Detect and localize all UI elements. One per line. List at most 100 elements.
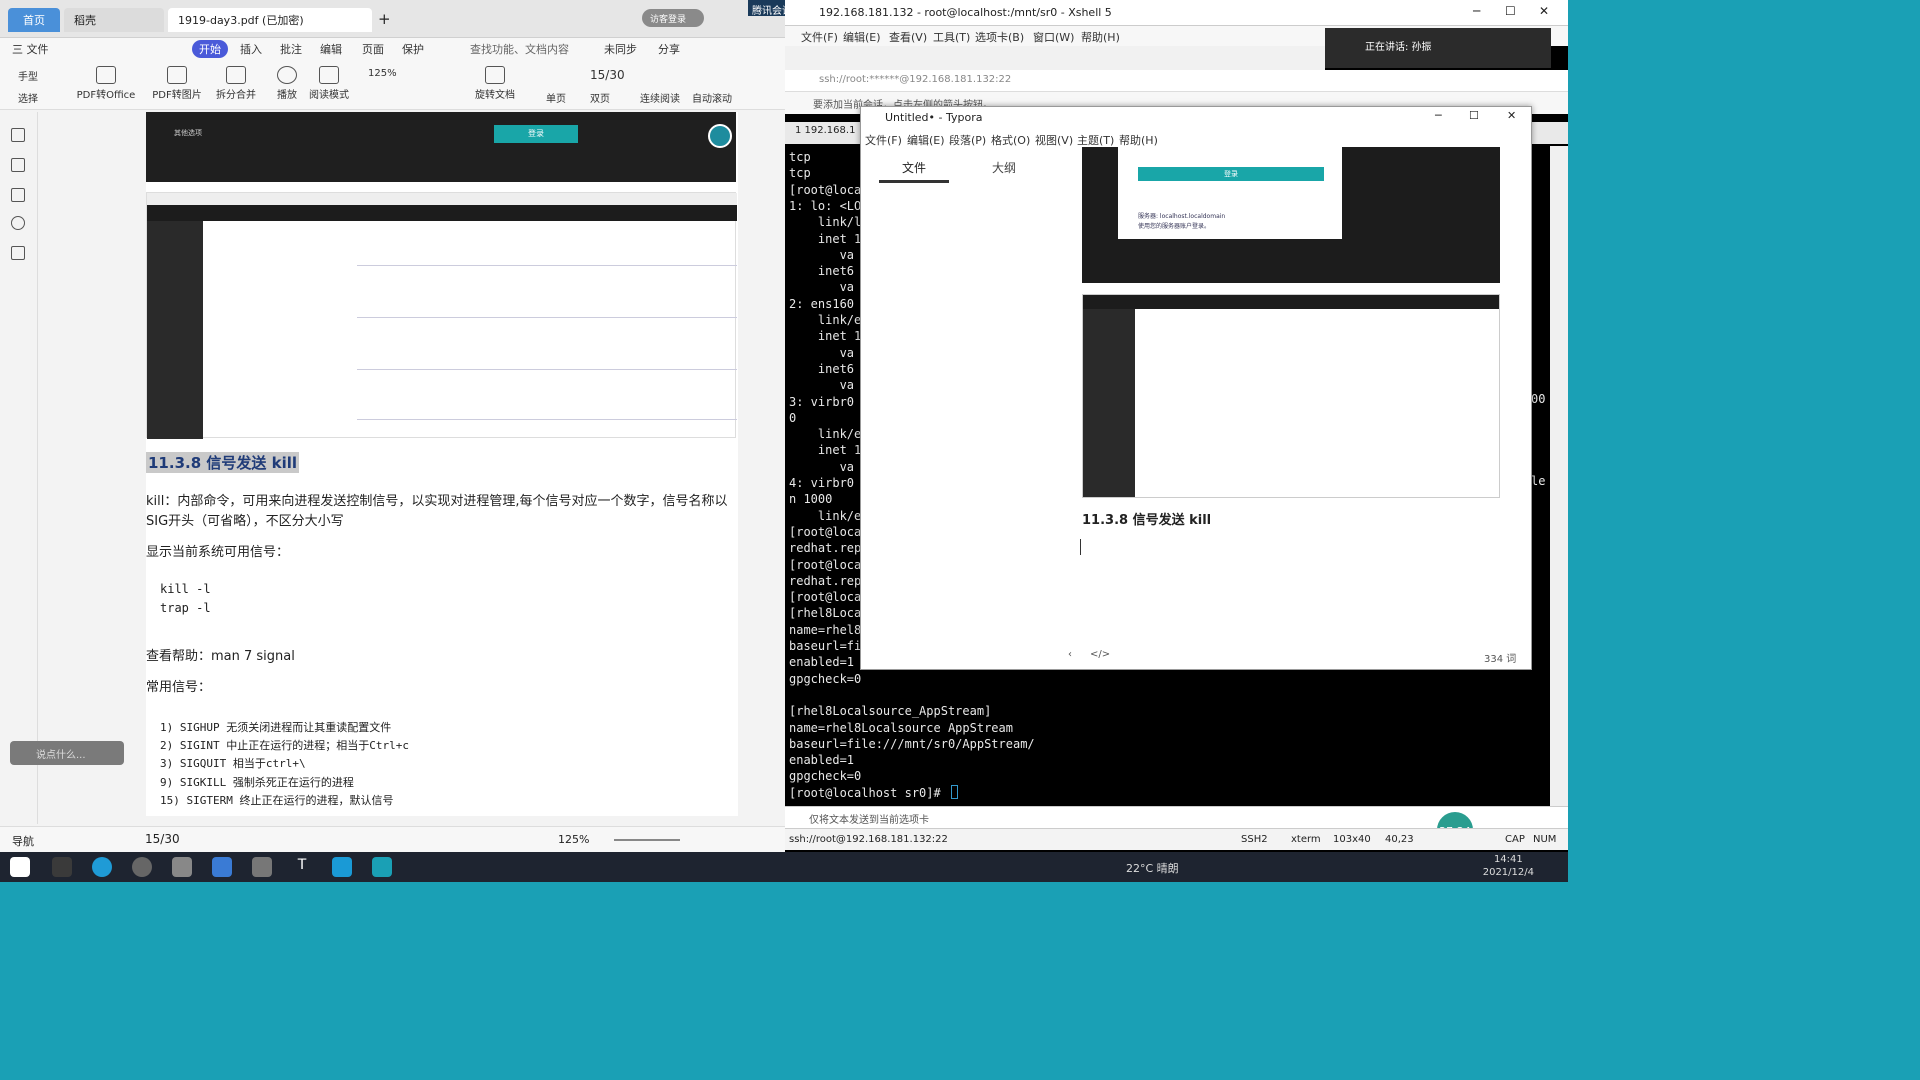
- dashboard-screenshot-image: [146, 192, 737, 439]
- terminal-scrollbar[interactable]: [1550, 146, 1568, 806]
- typora-minimize-button[interactable]: ─: [1435, 109, 1442, 122]
- send-text-input[interactable]: 仅将文本发送到当前选项卡: [809, 811, 929, 826]
- terminal-line: link/e: [789, 313, 862, 327]
- xshell-menu-tools[interactable]: 工具(T): [933, 29, 970, 45]
- sign-icon[interactable]: [11, 246, 25, 260]
- terminal-line: link/e: [789, 427, 862, 442]
- menu-edit[interactable]: 编辑: [320, 41, 342, 57]
- minimize-button[interactable]: ─: [1473, 4, 1480, 18]
- double-page-button[interactable]: 双页: [590, 90, 610, 105]
- app-icon[interactable]: [252, 857, 272, 877]
- status-zoom[interactable]: 125%: [558, 833, 589, 846]
- menu-protect[interactable]: 保护: [402, 41, 424, 57]
- zoom-slider[interactable]: [614, 839, 680, 841]
- terminal-overflow-text: 00: [1531, 392, 1546, 406]
- typora-menu-paragraph[interactable]: 段落(P): [949, 132, 986, 148]
- single-page-button[interactable]: 单页: [546, 90, 566, 105]
- close-button[interactable]: ✕: [1539, 4, 1549, 18]
- pdf-to-office-button[interactable]: PDF转Office: [74, 66, 138, 101]
- terminal-cursor: [951, 784, 958, 799]
- hand-tool[interactable]: 手型: [18, 68, 38, 83]
- page-indicator[interactable]: 15/30: [590, 68, 625, 82]
- clock[interactable]: 14:41 2021/12/4: [1483, 853, 1534, 879]
- comment-icon[interactable]: [11, 188, 25, 202]
- menu-annotate[interactable]: 批注: [280, 41, 302, 57]
- terminal-line: [root@loca: [789, 590, 862, 605]
- vmware-icon[interactable]: [172, 857, 192, 877]
- new-tab-button[interactable]: +: [378, 10, 391, 28]
- share-button[interactable]: 分享: [658, 41, 680, 57]
- split-merge-button[interactable]: 拆分合并: [210, 66, 262, 101]
- tab-docer[interactable]: 稻壳: [64, 8, 164, 32]
- windows-start-icon[interactable]: [10, 857, 30, 877]
- chevron-left-icon[interactable]: ‹: [1068, 649, 1072, 660]
- menu-insert[interactable]: 插入: [240, 41, 262, 57]
- xshell-menu-help[interactable]: 帮助(H): [1081, 29, 1120, 45]
- attachment-icon[interactable]: [11, 216, 25, 230]
- status-num: NUM: [1533, 834, 1557, 845]
- xshell-menu-file[interactable]: 文件(F): [801, 29, 838, 45]
- read-mode-button[interactable]: 阅读模式: [308, 66, 350, 101]
- app-icon[interactable]: [212, 857, 232, 877]
- thumbnail-icon[interactable]: [11, 158, 25, 172]
- terminal-overflow-text: le: [1531, 474, 1546, 488]
- xshell-menu-edit[interactable]: 编辑(E): [843, 29, 881, 45]
- menu-start[interactable]: 开始: [192, 40, 228, 58]
- continuous-read-button[interactable]: 连续阅读: [640, 90, 680, 105]
- terminal-line: name=rhel8: [789, 622, 862, 637]
- terminal-line: link/e: [789, 508, 862, 523]
- menu-file[interactable]: 三 文件: [12, 41, 49, 57]
- typora-tab-outline[interactable]: 大纲: [969, 159, 1039, 176]
- status-page[interactable]: 15/30: [145, 832, 180, 846]
- play-button[interactable]: 播放: [270, 66, 304, 101]
- select-tool[interactable]: 选择: [18, 90, 38, 105]
- rotate-button[interactable]: 旋转文档: [474, 66, 516, 101]
- typora-menu-format[interactable]: 格式(O): [991, 132, 1030, 148]
- maximize-button[interactable]: ☐: [1505, 4, 1516, 18]
- tab-pdf-file[interactable]: 1919-day3.pdf (已加密): [168, 8, 372, 32]
- typora-maximize-button[interactable]: ☐: [1469, 109, 1479, 122]
- nav-toggle[interactable]: 导航: [12, 833, 34, 849]
- session-tab[interactable]: 1 192.168.1: [795, 125, 855, 136]
- typora-login-image: 登录 服务器: localhost.localdomain 使用您的服务器账户登…: [1082, 147, 1500, 283]
- guest-login-badge[interactable]: 访客登录: [642, 9, 704, 27]
- xshell-icon[interactable]: [372, 857, 392, 877]
- typora-icon[interactable]: T: [292, 857, 312, 877]
- image-sidebar: [147, 221, 203, 439]
- typora-close-button[interactable]: ✕: [1507, 109, 1516, 122]
- floating-translate-icon[interactable]: [708, 124, 732, 148]
- typora-menu-file[interactable]: 文件(F): [865, 132, 902, 148]
- comment-hint-input[interactable]: 说点什么...: [10, 741, 124, 765]
- terminal-line: 0: [789, 410, 797, 425]
- xshell-menu-view[interactable]: 查看(V): [889, 29, 927, 45]
- unsynced-button[interactable]: 未同步: [604, 41, 637, 57]
- source-code-icon[interactable]: </>: [1090, 649, 1110, 660]
- image-browser-bar: [147, 193, 737, 205]
- image-login-button: 登录: [1138, 167, 1324, 181]
- browser-icon[interactable]: [132, 857, 152, 877]
- tab-home[interactable]: 首页: [8, 8, 60, 32]
- zoom-select[interactable]: 125%: [368, 68, 397, 79]
- typora-menu-theme[interactable]: 主题(T): [1077, 132, 1114, 148]
- auto-scroll-button[interactable]: 自动滚动: [692, 90, 732, 105]
- meeting-app-icon[interactable]: [332, 857, 352, 877]
- typora-menu-help[interactable]: 帮助(H): [1119, 132, 1158, 148]
- sublime-icon[interactable]: [52, 857, 72, 877]
- xshell-menu-tabs[interactable]: 选项卡(B): [975, 29, 1024, 45]
- word-count[interactable]: 334 词: [1484, 650, 1516, 665]
- typora-menu-edit[interactable]: 编辑(E): [907, 132, 945, 148]
- weather[interactable]: 22°C 晴朗: [1126, 860, 1179, 876]
- typora-menu-view[interactable]: 视图(V): [1035, 132, 1073, 148]
- terminal-line: inet6: [789, 264, 855, 279]
- status-term: xterm: [1291, 834, 1321, 845]
- pdf-left-sidebar: [0, 112, 38, 824]
- typora-tab-file[interactable]: 文件: [879, 159, 949, 183]
- pdf-to-image-button[interactable]: PDF转图片: [150, 66, 204, 101]
- search-input[interactable]: 查找功能、文档内容: [470, 41, 569, 57]
- terminal-line: enabled=1: [789, 753, 855, 768]
- edge-icon[interactable]: [92, 857, 112, 877]
- menu-page[interactable]: 页面: [362, 41, 384, 57]
- bookmark-icon[interactable]: [11, 128, 25, 142]
- address-input[interactable]: ssh://root:******@192.168.181.132:22: [819, 74, 1011, 85]
- xshell-menu-window[interactable]: 窗口(W): [1033, 29, 1074, 45]
